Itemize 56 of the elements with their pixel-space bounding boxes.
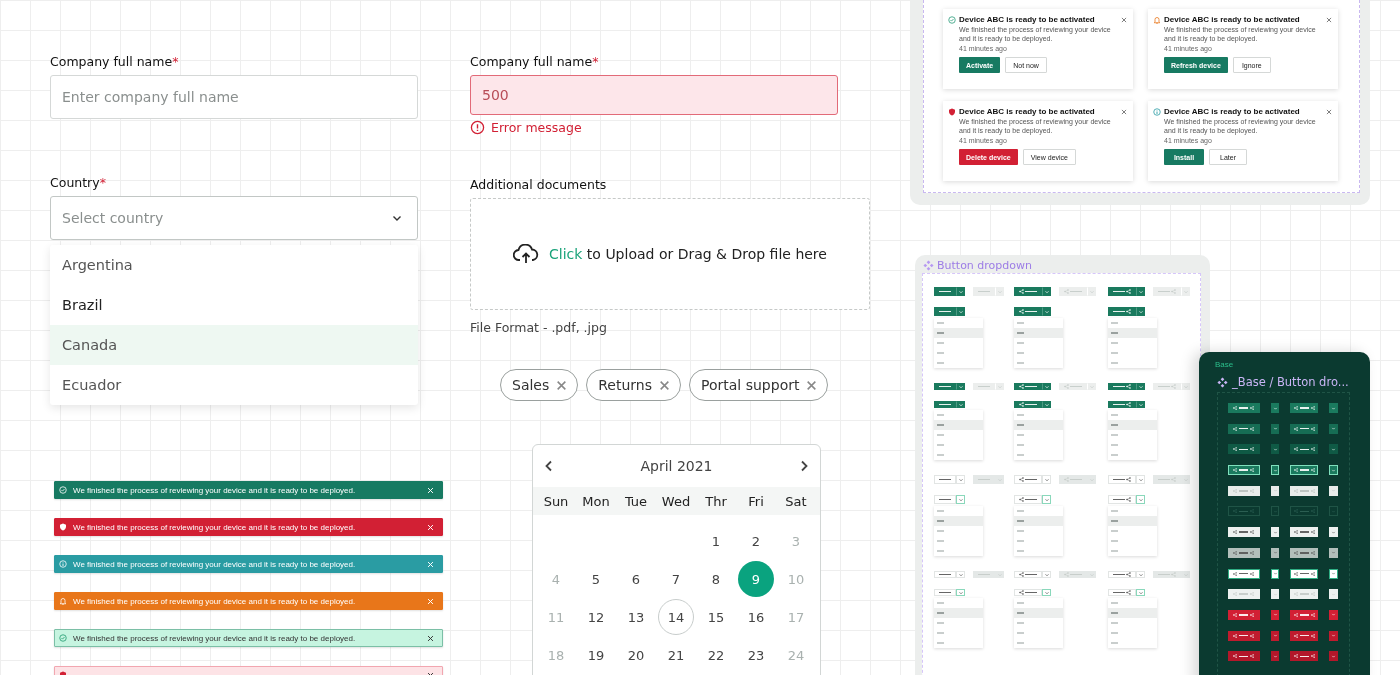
dropdown-option[interactable]: Canada [50, 325, 418, 365]
calendar-day[interactable]: 22 [698, 637, 734, 673]
calendar-day[interactable]: 19 [578, 637, 614, 673]
required-mark: * [99, 175, 106, 190]
notification-title: Device ABC is ready to be activated [1164, 15, 1301, 24]
calendar-day[interactable]: 16 [738, 599, 774, 635]
dropdown-option[interactable]: Argentina [50, 245, 418, 285]
weekday-label: Thr [704, 493, 728, 509]
banner-message: We finished the process of reviewing your device and it is ready to be deployed. [73, 596, 357, 606]
dropdown-option[interactable]: Brazil [50, 285, 418, 325]
month-title: April 2021 [640, 458, 713, 474]
calendar-day[interactable]: 20 [618, 637, 654, 673]
dropdown-option[interactable]: Ecuador [50, 365, 418, 405]
select-placeholder: Select country [62, 210, 164, 226]
calendar-day[interactable]: 13 [618, 599, 654, 635]
tag-label: Returns [598, 377, 653, 393]
field-label: Company full name [50, 54, 173, 69]
calendar-day[interactable]: 23 [738, 637, 774, 673]
upload-dropzone[interactable]: Click to Upload or Drag & Drop file here [470, 198, 870, 310]
weekday-label: Fri [747, 493, 765, 509]
file-format-hint: File Format - .pdf, .jpg [470, 320, 608, 335]
tag-label: Sales [512, 377, 550, 393]
weekday-label: Wed [660, 493, 692, 509]
notification-title: Device ABC is ready to be activated [959, 15, 1096, 24]
calendar-day[interactable]: 1 [698, 523, 734, 559]
calendar-day[interactable]: 6 [618, 561, 654, 597]
field-label: Additional documents [470, 177, 607, 192]
calendar-day[interactable]: 7 [658, 561, 694, 597]
field-label: Company full name [470, 54, 593, 69]
banner-message: We finished the process of reviewing your device and it is ready to be deployed. [73, 559, 357, 569]
calendar-day[interactable]: 21 [658, 637, 694, 673]
frame-title: _Base / Button dro... [1232, 375, 1349, 389]
frame-caption: Base [1215, 360, 1234, 369]
input-field[interactable]: Enter company full name [50, 75, 418, 119]
weekday-label: Sat [784, 493, 808, 509]
weekday-label: Sun [542, 493, 570, 509]
error-message: Error message [491, 120, 582, 135]
notification-title: Device ABC is ready to be activated [959, 107, 1096, 116]
required-mark: * [172, 54, 179, 69]
calendar-day[interactable]: 5 [578, 561, 614, 597]
notification-title: Device ABC is ready to be activated [1164, 107, 1301, 116]
weekday-label: Tue [623, 493, 649, 509]
input-field[interactable]: 500 [470, 75, 838, 115]
banner-message: We finished the process of reviewing your device and it is ready to be deployed. [73, 633, 357, 643]
calendar-day[interactable]: 2 [738, 523, 774, 559]
field-label: Country [50, 175, 100, 190]
calendar-day[interactable]: 12 [578, 599, 614, 635]
banner-message: We finished the process of reviewing your device and it is ready to be deployed. [73, 485, 357, 495]
frame-title: Button dropdown [937, 258, 1032, 272]
required-mark: * [592, 54, 599, 69]
calendar-day[interactable]: 8 [698, 561, 734, 597]
tag-label: Portal support [701, 377, 800, 393]
weekday-label: Mon [581, 493, 611, 509]
upload-instructions: Click to Upload or Drag & Drop file here [549, 246, 827, 262]
calendar-day[interactable]: 15 [698, 599, 734, 635]
banner-message: We finished the process of reviewing your device and it is ready to be deployed. [73, 522, 357, 532]
